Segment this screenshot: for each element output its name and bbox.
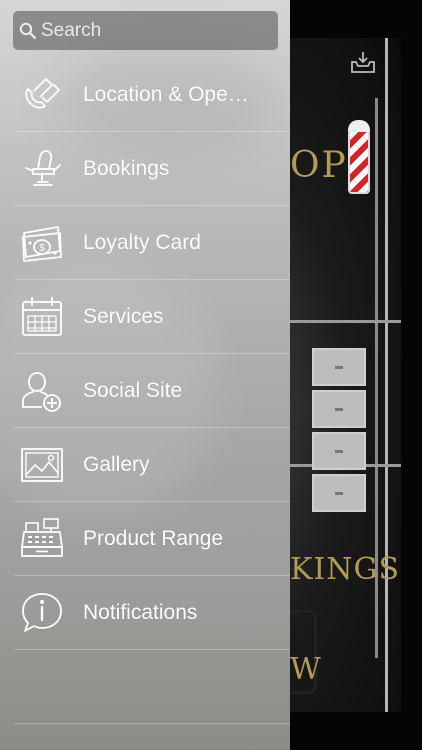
menu-item-loyalty-card[interactable]: $ Loyalty Card bbox=[0, 206, 290, 280]
menu-item-social-site[interactable]: Social Site bbox=[0, 354, 290, 428]
menu-item-notifications[interactable]: Notifications bbox=[0, 576, 290, 650]
menu-item-label: Product Range bbox=[83, 527, 224, 550]
menu-item-label: Social Site bbox=[83, 379, 183, 402]
barber-chair-icon bbox=[20, 147, 64, 191]
menu-item-label: Gallery bbox=[83, 453, 150, 476]
menu-item-services[interactable]: Services bbox=[0, 280, 290, 354]
view-button-text: W bbox=[290, 652, 321, 687]
menu-item-label: Services bbox=[83, 305, 164, 328]
menu-item-gallery[interactable]: Gallery bbox=[0, 428, 290, 502]
search-bar[interactable] bbox=[13, 11, 278, 50]
cabinet-drawer bbox=[312, 390, 366, 428]
menu-item-location[interactable]: Location & Ope… bbox=[0, 58, 290, 132]
menu-item-product-range[interactable]: Product Range bbox=[0, 502, 290, 576]
cabinet-drawer bbox=[312, 474, 366, 512]
menu-item-label: Bookings bbox=[83, 157, 170, 180]
menu-item-label: Notifications bbox=[83, 601, 198, 624]
cabinet-drawer bbox=[312, 432, 366, 470]
money-icon: $ bbox=[20, 221, 64, 265]
info-bubble-icon bbox=[20, 591, 64, 635]
inbox-tray-icon[interactable] bbox=[350, 50, 376, 74]
side-drawer: Location & Ope… Bookings $ bbox=[0, 0, 290, 750]
bookings-banner-text: KINGS bbox=[290, 552, 401, 587]
phone-icon bbox=[20, 73, 64, 117]
cabinet-drawer bbox=[312, 348, 366, 386]
barber-pole-icon bbox=[348, 120, 370, 194]
shop-sign-text: OP bbox=[290, 145, 348, 186]
menu-item-label: Loyalty Card bbox=[83, 231, 201, 254]
add-user-icon bbox=[20, 369, 64, 413]
menu-empty-row bbox=[0, 650, 290, 724]
drawer-menu: Location & Ope… Bookings $ Loyalty Card … bbox=[0, 58, 290, 724]
cash-register-icon bbox=[20, 517, 64, 561]
svg-text:$: $ bbox=[39, 243, 45, 254]
menu-item-bookings[interactable]: Bookings bbox=[0, 132, 290, 206]
menu-item-label: Location & Ope… bbox=[83, 83, 249, 106]
search-input[interactable] bbox=[41, 19, 261, 42]
image-icon bbox=[20, 443, 64, 487]
calendar-icon bbox=[20, 295, 64, 339]
search-icon bbox=[19, 22, 37, 39]
